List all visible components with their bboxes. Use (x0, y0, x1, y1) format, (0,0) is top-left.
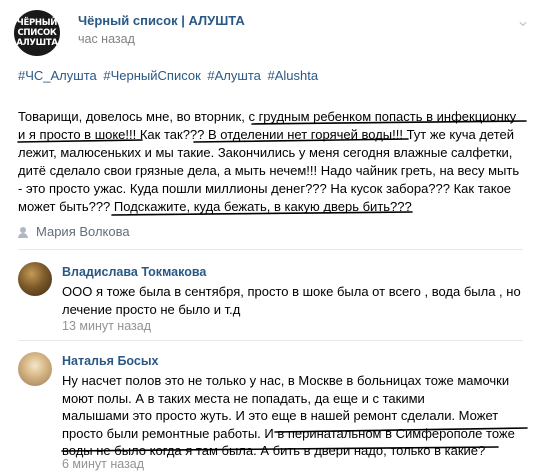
post-text-line: лежит, малюсеньких и мы такие. Закончили… (18, 145, 513, 160)
comment-text: ООО я тоже была в сентября, просто в шок… (62, 283, 532, 318)
hashtag-list: #ЧС_Алушта #ЧерныйСписок #Алушта #Alusht… (18, 68, 321, 83)
post-text-line: Товарищи, довелось мне, во вторник, с гр… (18, 109, 517, 124)
divider (18, 340, 523, 341)
comment-author-link[interactable]: Наталья Босых (62, 354, 158, 368)
chevron-down-icon[interactable]: ⌄ (514, 12, 532, 32)
post-header: ЧЁРНЫЙ СПИСОК АЛУШТА Чёрный список | АЛУ… (12, 10, 532, 56)
hashtag-link[interactable]: #Alushta (268, 68, 319, 83)
avatar-line-2: СПИСОК (17, 28, 57, 38)
comment-avatar[interactable] (18, 352, 52, 386)
comment-time[interactable]: 13 минут назад (62, 319, 151, 333)
comment-time[interactable]: 6 минут назад (62, 457, 144, 471)
hashtag-link[interactable]: #ЧерныйСписок (103, 68, 200, 83)
comment-text-line: Ну насчет полов это не только у нас, в М… (62, 373, 510, 388)
comment-text-line: лечение просто не было и т.д (62, 301, 241, 317)
comment-text-line: просто были ремонтные работы. И в перина… (62, 425, 515, 441)
post-text-line: может быть??? Подскажите, куда бежать, в… (18, 199, 412, 214)
comment-text-line: малышами это просто жуть. И это еще в на… (62, 408, 499, 423)
post-time[interactable]: час назад (78, 32, 135, 46)
hashtag-link[interactable]: #Алушта (207, 68, 260, 83)
avatar-line-1: ЧЁРНЫЙ (16, 18, 58, 28)
post-text: Товарищи, довелось мне, во вторник, с гр… (18, 108, 528, 216)
author-signature[interactable]: Мария Волкова (18, 224, 130, 239)
post-text-line: дитё сделало свои грязные дела, а мыть н… (18, 163, 520, 178)
comment-author-link[interactable]: Владислава Токмакова (62, 265, 206, 279)
comment-text: Ну насчет полов это не только у нас, в М… (62, 372, 532, 460)
hashtag-link[interactable]: #ЧС_Алушта (18, 68, 97, 83)
post-text-line: - это просто ужас. Куда пошли миллионы д… (18, 181, 512, 196)
comment-text-line: моют полы. А в таких места не попадать, … (62, 390, 425, 406)
person-icon (18, 226, 28, 238)
group-name-link[interactable]: Чёрный список | АЛУШТА (78, 13, 245, 28)
comment-text-line: ООО я тоже была в сентября, просто в шок… (62, 284, 521, 299)
post-text-line: и я просто в шоке!!! Как так??? В отделе… (18, 127, 515, 142)
avatar-line-3: АЛУШТА (16, 38, 58, 48)
divider (18, 249, 523, 250)
author-signature-name: Мария Волкова (36, 224, 130, 239)
comment-avatar[interactable] (18, 262, 52, 296)
group-avatar[interactable]: ЧЁРНЫЙ СПИСОК АЛУШТА (14, 10, 60, 56)
